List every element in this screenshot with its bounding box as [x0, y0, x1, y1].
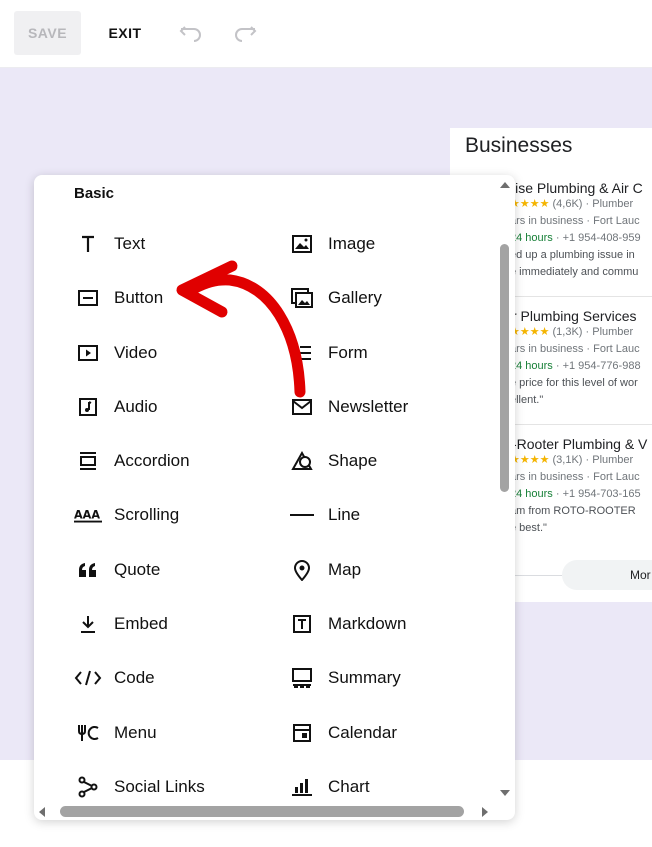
block-item-scrolling[interactable]: AAA Scrolling [74, 500, 179, 530]
block-item-calendar[interactable]: Calendar [288, 718, 397, 748]
block-item-social-links[interactable]: Social Links [74, 772, 205, 802]
scroll-down-arrow-icon[interactable] [500, 790, 510, 796]
rating-stars: ★★★★ [510, 326, 550, 338]
hours-text: 24 hours [510, 488, 553, 500]
shape-icon [288, 449, 316, 473]
block-label: Map [328, 560, 362, 579]
map-icon [288, 558, 316, 582]
block-item-audio[interactable]: Audio [74, 392, 157, 422]
divider [510, 424, 652, 425]
block-item-accordion[interactable]: Accordion [74, 446, 190, 476]
block-label: Text [114, 234, 146, 253]
block-label: Line [328, 505, 361, 524]
block-item-newsletter[interactable]: Newsletter [288, 392, 408, 422]
block-label: Social Links [114, 777, 205, 796]
undo-icon[interactable] [178, 20, 204, 46]
block-item-text[interactable]: Text [74, 229, 145, 259]
businesses-title: Businesses [465, 134, 573, 157]
block-item-markdown[interactable]: Markdown [288, 609, 406, 639]
button-icon [74, 286, 102, 310]
block-label: Gallery [328, 288, 382, 307]
divider [510, 575, 562, 576]
block-item-quote[interactable]: Quote [74, 555, 160, 585]
rating-stars: ★★★★ [510, 454, 550, 466]
block-item-shape[interactable]: Shape [288, 446, 377, 476]
block-label: Quote [114, 560, 161, 579]
block-label: Video [114, 343, 158, 362]
accordion-icon [74, 449, 102, 473]
code-icon [74, 666, 102, 690]
phone-text: · +1 954-776-988 [552, 360, 641, 372]
quote-icon [74, 558, 102, 582]
section-heading-basic: Basic [74, 185, 115, 202]
scroll-right-arrow-icon[interactable] [482, 807, 488, 817]
embed-icon [74, 612, 102, 636]
block-item-line[interactable]: Line [288, 500, 360, 530]
block-label: Chart [328, 777, 370, 796]
block-label: Calendar [328, 723, 397, 742]
add-block-panel: Basic Text Button Video Audio Accordion … [34, 175, 515, 820]
top-toolbar: SAVE EXIT [0, 0, 652, 68]
rating-text: (3,1K) · Plumber [552, 454, 634, 466]
block-label: Newsletter [328, 397, 409, 416]
block-item-code[interactable]: Code [74, 663, 155, 693]
block-item-button[interactable]: Button [74, 283, 163, 313]
block-item-summary[interactable]: Summary [288, 663, 401, 693]
text-icon [74, 232, 102, 256]
block-label: Embed [114, 614, 168, 633]
block-label: Audio [114, 397, 158, 416]
block-item-menu[interactable]: Menu [74, 718, 157, 748]
phone-text: · +1 954-703-165 [552, 488, 641, 500]
phone-text: · +1 954-408-959 [552, 232, 641, 244]
redo-icon[interactable] [232, 20, 258, 46]
vertical-scrollbar-thumb[interactable] [500, 244, 509, 492]
block-label: Markdown [328, 614, 407, 633]
block-item-gallery[interactable]: Gallery [288, 283, 382, 313]
exit-button[interactable]: EXIT [96, 11, 154, 55]
rating-text: (4,6K) · Plumber [552, 198, 634, 210]
more-businesses-button[interactable]: Mor [562, 560, 652, 590]
svg-text:AAA: AAA [74, 509, 100, 522]
newsletter-icon [288, 395, 316, 419]
horizontal-scrollbar-thumb[interactable] [60, 806, 464, 817]
video-icon [74, 341, 102, 365]
block-item-map[interactable]: Map [288, 555, 361, 585]
block-label: Scrolling [114, 505, 180, 524]
summary-icon [288, 666, 316, 690]
block-item-form[interactable]: Form [288, 338, 368, 368]
chart-icon [288, 775, 316, 799]
social-links-icon [74, 775, 102, 799]
scroll-up-arrow-icon[interactable] [500, 182, 510, 188]
block-label: Form [328, 343, 368, 362]
block-label: Code [114, 668, 155, 687]
block-label: Menu [114, 723, 157, 742]
block-item-embed[interactable]: Embed [74, 609, 168, 639]
divider [510, 296, 652, 297]
scrolling-icon: AAA [74, 503, 102, 527]
markdown-icon [288, 612, 316, 636]
save-button[interactable]: SAVE [14, 11, 81, 55]
rating-text: (1,3K) · Plumber [552, 326, 634, 338]
image-icon [288, 232, 316, 256]
gallery-icon [288, 286, 316, 310]
block-label: Summary [328, 668, 401, 687]
hours-text: 24 hours [510, 360, 553, 372]
block-label: Image [328, 234, 376, 253]
block-label: Button [114, 288, 164, 307]
block-item-image[interactable]: Image [288, 229, 375, 259]
menu-icon [74, 721, 102, 745]
audio-icon [74, 395, 102, 419]
block-label: Shape [328, 451, 378, 470]
scroll-left-arrow-icon[interactable] [39, 807, 45, 817]
line-icon [288, 503, 316, 527]
form-icon [288, 341, 316, 365]
block-label: Accordion [114, 451, 190, 470]
rating-stars: ★★★★ [510, 198, 550, 210]
calendar-icon [288, 721, 316, 745]
block-item-video[interactable]: Video [74, 338, 157, 368]
block-item-chart[interactable]: Chart [288, 772, 370, 802]
hours-text: 24 hours [510, 232, 553, 244]
